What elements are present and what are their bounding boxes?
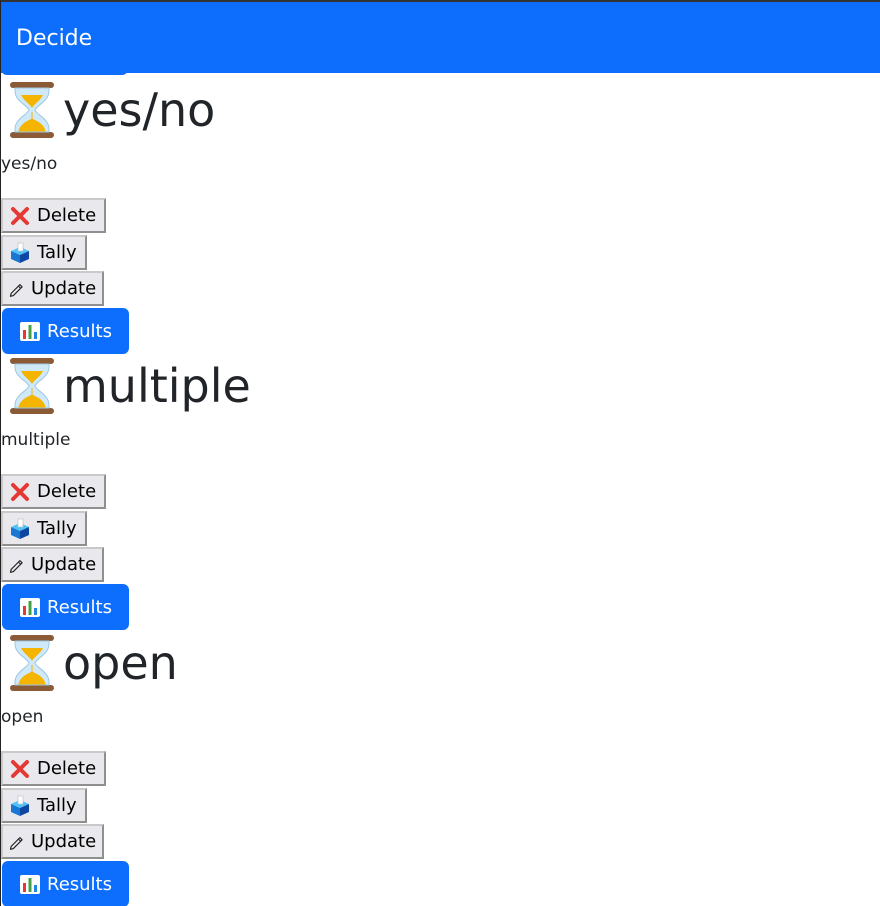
update-button[interactable]: Update: [1, 547, 104, 582]
tally-label: Tally: [37, 518, 77, 539]
delete-button[interactable]: Delete: [1, 474, 106, 509]
pencil-icon: [9, 283, 23, 297]
delete-button[interactable]: Delete: [1, 198, 106, 233]
hourglass-icon: [10, 358, 54, 414]
poll-description: open: [1, 707, 44, 727]
tally-button[interactable]: Tally: [1, 788, 87, 823]
ballot-box-icon: [11, 795, 29, 816]
poll-title: yes/no: [7, 80, 215, 140]
update-label: Update: [31, 831, 97, 852]
cross-mark-icon: [11, 482, 29, 501]
poll-description: multiple: [1, 430, 71, 450]
app-window: Decide yes/no yes/no Delete Tally Update…: [0, 0, 880, 906]
poll-name: multiple: [63, 359, 251, 413]
tally-label: Tally: [37, 795, 77, 816]
pencil-icon: [9, 559, 23, 573]
tally-button[interactable]: Tally: [1, 511, 87, 546]
delete-label: Delete: [37, 205, 97, 226]
update-label: Update: [31, 554, 97, 575]
cross-mark-icon: [11, 206, 29, 225]
bar-chart-icon: [20, 322, 40, 341]
poll-card: open open Delete Tally Update Results: [1, 633, 880, 906]
poll-name: yes/no: [63, 83, 216, 137]
delete-button[interactable]: Delete: [1, 751, 106, 786]
results-button[interactable]: Results: [2, 861, 129, 906]
update-button[interactable]: Update: [1, 271, 104, 306]
bar-chart-icon: [20, 875, 40, 894]
tally-button[interactable]: Tally: [1, 235, 87, 270]
results-label: Results: [47, 873, 112, 895]
bar-chart-icon: [20, 598, 40, 617]
hourglass-icon: [10, 82, 54, 138]
results-label: Results: [47, 596, 112, 618]
results-button[interactable]: Results: [2, 308, 129, 354]
poll-title: open: [7, 633, 178, 693]
hourglass-icon: [10, 635, 54, 691]
pencil-icon: [9, 836, 23, 850]
update-label: Update: [31, 278, 97, 299]
poll-name: open: [63, 636, 178, 690]
update-button[interactable]: Update: [1, 824, 104, 859]
ballot-box-icon: [11, 242, 29, 263]
results-label: Results: [47, 320, 112, 342]
navbar-brand[interactable]: Decide: [16, 24, 92, 54]
poll-card: multiple multiple Delete Tally Update Re…: [1, 356, 880, 632]
poll-description: yes/no: [1, 154, 58, 174]
tally-label: Tally: [37, 242, 77, 263]
results-button[interactable]: Results: [2, 584, 129, 630]
poll-card: yes/no yes/no Delete Tally Update Result…: [1, 80, 880, 356]
delete-label: Delete: [37, 758, 97, 779]
top-navbar: Decide: [1, 2, 880, 75]
delete-label: Delete: [37, 481, 97, 502]
cross-mark-icon: [11, 759, 29, 778]
ballot-box-icon: [11, 518, 29, 539]
poll-title: multiple: [7, 356, 251, 416]
